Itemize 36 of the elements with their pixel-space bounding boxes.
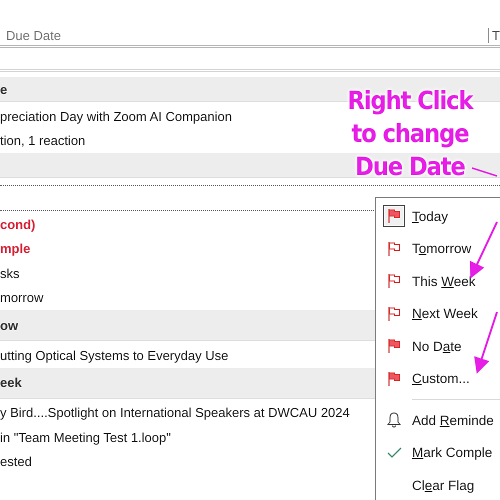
annotation-text: to change <box>352 118 468 150</box>
task-subject[interactable]: y Bird....Spotlight on International Speakers at DWCAU 2024 <box>0 405 350 420</box>
menu-item[interactable]: Next Week <box>376 298 500 330</box>
task-subject[interactable]: mple <box>0 241 30 256</box>
annotation-text: Due Date <box>355 151 465 183</box>
task-subject[interactable]: morrow <box>0 290 44 306</box>
group-header[interactable]: ow <box>0 318 18 332</box>
menu-item[interactable]: Clear Flag <box>376 469 500 500</box>
flag-icon <box>386 273 402 290</box>
column-header[interactable]: Due Date <box>0 28 61 42</box>
task-subject[interactable]: in "Team Meeting Test 1.loop" <box>0 430 171 445</box>
leader-line <box>472 167 498 177</box>
group-header[interactable]: e <box>0 82 8 96</box>
check-icon <box>386 446 402 459</box>
task-subject[interactable]: ested <box>0 454 32 470</box>
group-header[interactable]: eek <box>0 375 22 390</box>
flag-icon <box>386 306 402 322</box>
bell-icon <box>387 412 401 428</box>
annotation-text: Right Click <box>348 85 472 117</box>
task-subject[interactable]: preciation Day with Zoom AI Companion <box>0 108 232 124</box>
flag-icon <box>386 338 402 354</box>
task-subject[interactable]: sks <box>0 266 20 281</box>
column-header[interactable]: T <box>488 28 500 42</box>
menu-item[interactable]: Custom... <box>376 362 500 395</box>
task-subject[interactable]: tion, 1 reaction <box>0 133 86 148</box>
menu-item[interactable]: This Week <box>376 265 500 298</box>
flag-icon <box>383 205 405 228</box>
menu-item[interactable]: No Date <box>376 330 500 362</box>
menu-item[interactable]: Add Reminde <box>376 404 500 436</box>
task-subject[interactable]: utting Optical Systems to Everyday Use <box>0 348 228 363</box>
menu-item[interactable]: Mark Comple <box>376 436 500 469</box>
menu-item[interactable]: Today <box>376 200 500 232</box>
menu-item[interactable]: Tomorrow <box>376 232 500 265</box>
flag-icon <box>386 370 402 387</box>
task-subject[interactable]: cond) <box>0 216 36 232</box>
flag-icon <box>386 240 402 257</box>
